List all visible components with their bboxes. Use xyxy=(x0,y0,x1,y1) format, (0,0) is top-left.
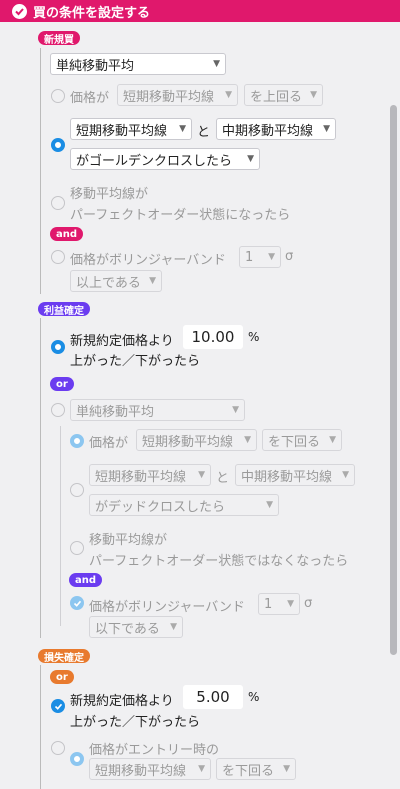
take-profit-tag: 利益確定 xyxy=(38,302,90,317)
entry-opt1-line-select[interactable]: 短期移動平均線 ▼ xyxy=(117,84,238,106)
chevron-down-icon: ▼ xyxy=(310,90,317,100)
chevron-down-icon: ▼ xyxy=(213,59,220,69)
chevron-down-icon: ▼ xyxy=(268,252,275,262)
profit-sub4-cond-select[interactable]: 以下である ▼ xyxy=(89,616,183,638)
profit-sub2-and-word: と xyxy=(216,471,230,486)
entry-opt4-sigma: σ xyxy=(285,249,294,264)
loss-opt2-cond-select[interactable]: を下回る ▼ xyxy=(216,758,296,780)
and-tag: and xyxy=(50,227,84,241)
profit-sub4-check[interactable] xyxy=(70,596,84,610)
entry-opt4-prefix: 価格がボリンジャーバンド xyxy=(70,253,226,268)
entry-opt4-cond-select[interactable]: 以上である ▼ xyxy=(70,270,162,292)
chevron-down-icon: ▼ xyxy=(283,764,290,774)
entry-opt3-line2: パーフェクトオーダー状態になったら xyxy=(70,208,291,223)
profit-opt1-radio[interactable] xyxy=(51,340,65,354)
entry-opt1-cond-select[interactable]: を上回る ▼ xyxy=(244,84,323,106)
chevron-down-icon: ▼ xyxy=(329,435,336,445)
section-title: 買の条件を設定する xyxy=(33,5,151,21)
entry-opt2-cond-select[interactable]: がゴールデンクロスしたら ▼ xyxy=(70,148,260,170)
profit-sub2-radio[interactable] xyxy=(70,483,84,497)
profit-percent-input[interactable]: 10.00 xyxy=(183,325,243,349)
chevron-down-icon: ▼ xyxy=(266,500,273,510)
profit-sub3-line1: 移動平均線が xyxy=(89,533,168,548)
profit-sub1-cond-select[interactable]: を下回る ▼ xyxy=(262,429,342,451)
profit-sub3-radio[interactable] xyxy=(70,541,84,555)
chevron-down-icon: ▼ xyxy=(179,124,186,134)
group-line xyxy=(40,48,41,294)
profit-sub1-line-select[interactable]: 短期移動平均線 ▼ xyxy=(136,429,257,451)
profit-sub2-line-b-select[interactable]: 中期移動平均線 ▼ xyxy=(235,464,355,486)
entry-opt3-line1: 移動平均線が xyxy=(70,187,149,202)
chevron-down-icon: ▼ xyxy=(232,405,239,415)
profit-method-select[interactable]: 単純移動平均 ▼ xyxy=(70,399,245,421)
loss-opt1-suffix: 上がった／下がったら xyxy=(70,715,201,730)
chevron-down-icon: ▼ xyxy=(323,124,330,134)
entry-opt4-radio[interactable] xyxy=(51,250,65,264)
loss-opt2-label: 価格がエントリー時の xyxy=(89,743,220,758)
stop-loss-tag: 損失確定 xyxy=(38,649,90,664)
entry-opt1-prefix: 価格が xyxy=(70,91,110,106)
loss-opt2-line-select[interactable]: 短期移動平均線 ▼ xyxy=(89,758,211,780)
loss-percent-input[interactable]: 5.00 xyxy=(183,685,243,709)
profit-sub4-sigma-select[interactable]: 1 ▼ xyxy=(258,593,300,615)
profit-opt2-radio[interactable] xyxy=(51,403,65,417)
loss-opt1-prefix: 新規約定価格より xyxy=(70,694,174,709)
profit-sub3-line2: パーフェクトオーダー状態ではなくなったら xyxy=(89,554,349,569)
profit-sub4-prefix: 価格がボリンジャーバンド xyxy=(89,600,245,615)
group-line xyxy=(40,665,41,789)
check-circle-icon xyxy=(12,3,27,19)
profit-sub2-cond-select[interactable]: がデッドクロスしたら ▼ xyxy=(89,494,279,516)
profit-sub2-line-a-select[interactable]: 短期移動平均線 ▼ xyxy=(89,464,211,486)
chevron-down-icon: ▼ xyxy=(198,470,205,480)
profit-sub1-radio[interactable] xyxy=(70,434,84,448)
chevron-down-icon: ▼ xyxy=(170,622,177,632)
entry-opt1-radio[interactable] xyxy=(51,89,65,103)
entry-opt3-radio[interactable] xyxy=(51,196,65,210)
check-icon xyxy=(54,703,62,710)
loss-opt2-sub-radio[interactable] xyxy=(70,752,84,766)
entry-opt2-and-word: と xyxy=(197,125,211,140)
chevron-down-icon: ▼ xyxy=(287,599,294,609)
or-tag: or xyxy=(50,670,74,684)
sub-group-line xyxy=(60,426,61,626)
entry-method-select[interactable]: 単純移動平均 ▼ xyxy=(50,53,226,75)
chevron-down-icon: ▼ xyxy=(198,764,205,774)
entry-opt2-radio[interactable] xyxy=(51,138,65,152)
profit-sub1-prefix: 価格が xyxy=(89,436,129,451)
profit-opt1-suffix: 上がった／下がったら xyxy=(70,354,201,369)
chevron-down-icon: ▼ xyxy=(149,276,156,286)
loss-percent-unit: % xyxy=(248,690,260,704)
profit-opt1-prefix: 新規約定価格より xyxy=(70,334,174,349)
group-line xyxy=(40,318,41,638)
chevron-down-icon: ▼ xyxy=(247,154,254,164)
chevron-down-icon: ▼ xyxy=(244,435,251,445)
section-header: 買の条件を設定する xyxy=(0,0,400,22)
and-tag: and xyxy=(69,573,103,587)
scrollbar[interactable] xyxy=(390,105,397,655)
chevron-down-icon: ▼ xyxy=(342,470,349,480)
check-icon xyxy=(73,600,81,607)
new-buy-tag: 新規買 xyxy=(38,31,80,46)
loss-opt1-check[interactable] xyxy=(51,699,65,713)
or-tag: or xyxy=(50,377,74,391)
loss-opt2-radio[interactable] xyxy=(51,741,65,755)
chevron-down-icon: ▼ xyxy=(225,90,232,100)
entry-opt2-line-b-select[interactable]: 中期移動平均線 ▼ xyxy=(216,118,336,140)
profit-sub4-sigma: σ xyxy=(304,596,313,611)
profit-percent-unit: % xyxy=(248,330,260,344)
entry-opt2-line-a-select[interactable]: 短期移動平均線 ▼ xyxy=(70,118,192,140)
entry-opt4-sigma-select[interactable]: 1 ▼ xyxy=(239,246,281,268)
